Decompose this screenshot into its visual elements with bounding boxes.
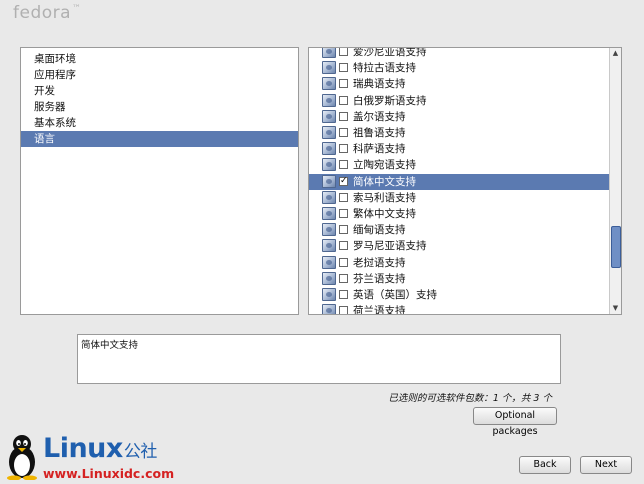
watermark-url: www.Linuxidc.com xyxy=(43,466,175,481)
category-item[interactable]: 基本系统 xyxy=(21,115,298,131)
package-label: 简体中文支持 xyxy=(353,175,416,188)
package-label: 罗马尼亚语支持 xyxy=(353,240,427,253)
linuxidc-watermark: Linux公社 www.Linuxidc.com xyxy=(5,433,205,481)
next-button[interactable]: Next xyxy=(580,456,632,474)
back-button[interactable]: Back xyxy=(519,456,571,474)
package-checkbox[interactable] xyxy=(339,79,348,89)
package-checkbox[interactable] xyxy=(339,63,348,73)
watermark-brand: Linux公社 xyxy=(43,433,157,464)
logo-text: fedora xyxy=(13,3,72,23)
package-checkbox[interactable] xyxy=(339,273,348,283)
selected-count-text: 已选则的可选软件包数：1 个，共 3 个 xyxy=(388,393,552,404)
package-checkbox[interactable] xyxy=(339,111,348,121)
package-icon xyxy=(322,174,336,188)
package-row[interactable]: 祖鲁语支持 xyxy=(309,125,609,141)
package-row[interactable]: 盖尔语支持 xyxy=(309,109,609,125)
package-icon xyxy=(322,77,336,91)
optional-packages-button[interactable]: Optional packages xyxy=(473,407,557,437)
package-label: 繁体中文支持 xyxy=(353,208,416,220)
package-icon xyxy=(322,239,336,253)
package-label: 荷兰语支持 xyxy=(353,305,406,315)
package-row[interactable]: 索马利语支持 xyxy=(309,190,609,206)
package-icon xyxy=(322,304,336,314)
package-icon xyxy=(322,223,336,237)
package-checkbox[interactable] xyxy=(339,128,348,137)
package-row[interactable]: 白俄罗斯语支持 xyxy=(309,93,609,109)
package-checkbox[interactable] xyxy=(339,209,348,218)
package-label: 盖尔语支持 xyxy=(353,110,406,123)
next-label: Next xyxy=(594,459,618,470)
package-label: 瑞典语支持 xyxy=(353,78,406,91)
package-label: 科萨语支持 xyxy=(353,143,406,156)
logo-mark: ™ xyxy=(72,4,82,15)
package-icon xyxy=(322,142,336,156)
package-list[interactable]: 爱沙尼亚语支持 特拉古语支持 瑞典语支持白俄罗斯语支持 盖尔语支持祖鲁语支持科萨语支持… xyxy=(308,47,622,315)
package-label: 缅甸语支持 xyxy=(353,224,406,237)
category-item[interactable]: 应用程序 xyxy=(21,67,298,83)
package-label: 白俄罗斯语支持 xyxy=(353,94,427,107)
package-row[interactable]: ✓ 简体中文支持 xyxy=(309,173,609,190)
package-row[interactable]: 繁体中文支持 xyxy=(309,206,609,222)
category-item[interactable]: 桌面环境 xyxy=(21,51,298,67)
back-label: Back xyxy=(533,459,557,470)
package-label: 芬兰语支持 xyxy=(353,272,406,285)
package-label: 爱沙尼亚语支持 xyxy=(353,47,427,58)
package-checkbox[interactable] xyxy=(339,257,348,267)
package-icon xyxy=(322,207,336,220)
package-icon xyxy=(322,271,336,285)
package-row[interactable]: 缅甸语支持 xyxy=(309,222,609,238)
description-text: 简体中文支持 xyxy=(81,340,139,351)
package-row[interactable]: 荷兰语支持 xyxy=(309,303,609,315)
package-checkbox[interactable] xyxy=(339,290,348,299)
package-label: 索马利语支持 xyxy=(353,191,416,204)
package-icon xyxy=(322,255,336,269)
package-icon xyxy=(322,288,336,301)
package-row[interactable]: 科萨语支持 xyxy=(309,141,609,157)
package-label: 立陶宛语支持 xyxy=(353,159,416,172)
category-item[interactable]: 服务器 xyxy=(21,99,298,115)
package-checkbox[interactable] xyxy=(339,306,348,314)
package-icon xyxy=(322,190,336,204)
category-item[interactable]: 语言 xyxy=(21,131,298,147)
package-label: 特拉古语支持 xyxy=(353,62,416,75)
scroll-down-arrow-icon[interactable]: ▼ xyxy=(610,303,621,314)
package-label: 老挝语支持 xyxy=(353,256,406,269)
package-row[interactable]: 特拉古语支持 xyxy=(309,60,609,76)
package-row[interactable]: 芬兰语支持 xyxy=(309,271,609,287)
scroll-up-arrow-icon[interactable]: ▲ xyxy=(610,48,621,59)
watermark-brand-cn: 公社 xyxy=(123,442,158,462)
package-row[interactable]: 爱沙尼亚语支持 xyxy=(309,47,609,60)
package-row[interactable]: 罗马尼亚语支持 xyxy=(309,238,609,254)
package-icon xyxy=(322,61,336,75)
optional-packages-label: Optional packages xyxy=(492,410,538,437)
package-checkbox[interactable] xyxy=(339,160,348,170)
package-icon xyxy=(322,93,336,107)
package-checkbox[interactable] xyxy=(339,144,348,154)
package-row[interactable]: 瑞典语支持 xyxy=(309,76,609,92)
package-icon xyxy=(322,158,336,172)
package-label: 祖鲁语支持 xyxy=(353,127,406,139)
fedora-logo: fedora™ xyxy=(13,3,82,23)
package-icon xyxy=(322,109,336,123)
package-checkbox[interactable] xyxy=(339,225,348,235)
package-checkbox[interactable] xyxy=(339,192,348,202)
category-item[interactable]: 开发 xyxy=(21,83,298,99)
package-icon xyxy=(322,48,336,58)
package-checkbox[interactable]: ✓ xyxy=(339,176,348,186)
package-row[interactable]: 立陶宛语支持 xyxy=(309,157,609,173)
scrollbar-thumb[interactable] xyxy=(611,226,621,268)
package-description: 简体中文支持 xyxy=(77,334,561,384)
category-list[interactable]: 桌面环境 应用程序 开发 服务器 基本系统 语言 xyxy=(20,47,299,315)
package-checkbox[interactable] xyxy=(339,241,348,251)
watermark-brand-latin: Linux xyxy=(43,433,123,464)
penguin-icon xyxy=(7,435,37,480)
package-row[interactable]: 英语（英国）支持 xyxy=(309,287,609,303)
package-row[interactable]: 老挝语支持 xyxy=(309,255,609,271)
package-list-scrollbar[interactable]: ▲ ▼ xyxy=(609,48,621,314)
package-checkbox[interactable] xyxy=(339,95,348,105)
package-checkbox[interactable] xyxy=(339,48,348,56)
package-label: 英语（英国）支持 xyxy=(353,289,437,301)
package-icon xyxy=(322,126,336,139)
